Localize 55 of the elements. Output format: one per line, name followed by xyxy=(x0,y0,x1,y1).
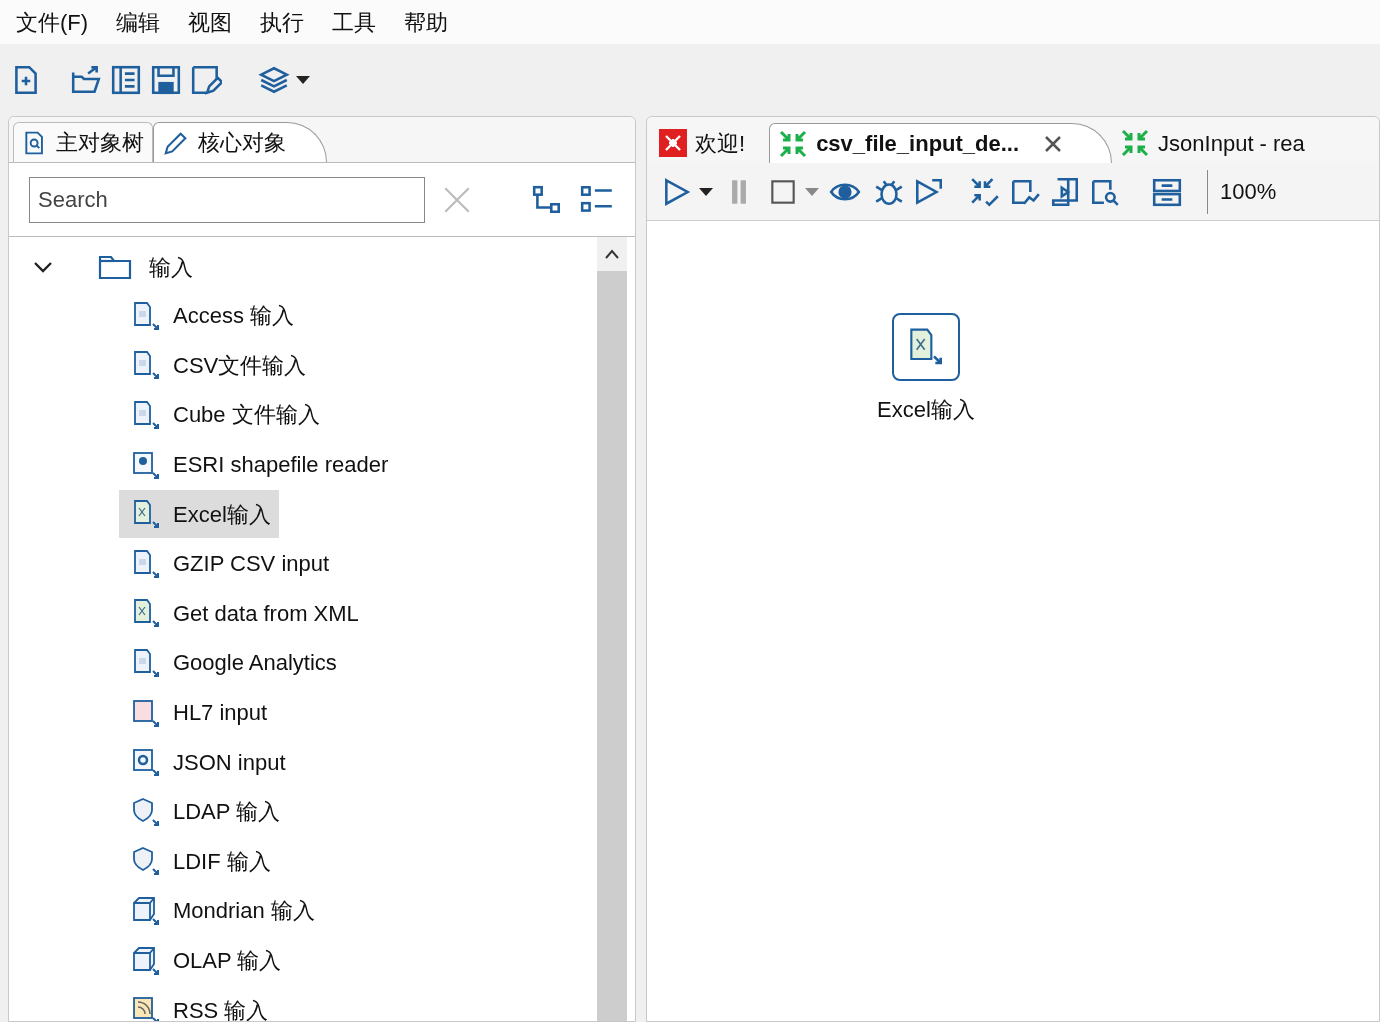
menu-item[interactable]: 帮助 xyxy=(404,5,449,39)
step-icon xyxy=(131,846,161,877)
tree-item[interactable]: OLAP 输入 xyxy=(119,936,290,985)
menu-item[interactable]: 编辑 xyxy=(116,5,161,39)
tree-item[interactable]: GZIP CSV input xyxy=(119,539,338,588)
dropdown-caret-icon[interactable] xyxy=(699,187,713,196)
arrows-inward-icon xyxy=(1120,128,1151,158)
search-field[interactable]: Search xyxy=(29,176,425,223)
tree-folder[interactable]: 输入 xyxy=(9,243,597,291)
tree-item[interactable]: Mondrian 输入 xyxy=(119,886,323,935)
step-label: Excel输入 xyxy=(877,396,975,424)
tree-item[interactable]: JSON input xyxy=(119,738,294,787)
folder-label: 输入 xyxy=(149,253,193,282)
tree-view-icon[interactable] xyxy=(531,183,563,216)
dropdown-caret-icon[interactable] xyxy=(296,76,310,84)
step-icon xyxy=(131,449,161,480)
menu-item[interactable]: 执行 xyxy=(260,5,305,39)
tree-item[interactable]: Cube 文件输入 xyxy=(119,391,328,439)
step-icon xyxy=(131,598,161,629)
tree-item[interactable]: RSS 输入 xyxy=(119,986,277,1021)
tree-item[interactable]: Get data from XML xyxy=(119,589,367,638)
step-icon xyxy=(131,796,161,827)
step-icon xyxy=(131,350,161,381)
step-icon xyxy=(131,400,161,430)
zoom-level[interactable]: 100% xyxy=(1212,175,1285,208)
menu-item[interactable]: 视图 xyxy=(188,5,233,39)
step-icon xyxy=(131,747,161,778)
tree-item[interactable]: ESRI shapefile reader xyxy=(119,440,397,489)
tree-item[interactable]: HL7 input xyxy=(119,688,276,737)
editor-tab[interactable]: JsonInput - rea xyxy=(1112,123,1329,163)
tree-item[interactable]: LDAP 输入 xyxy=(119,787,289,836)
scroll-up-icon[interactable] xyxy=(605,249,619,259)
tree-item[interactable]: Access 输入 xyxy=(119,291,303,340)
arrows-inward-icon xyxy=(778,128,809,159)
tree-item[interactable]: CSV文件输入 xyxy=(119,341,315,390)
close-icon[interactable] xyxy=(1043,133,1064,154)
editor-tab[interactable]: csv_file_input_de... xyxy=(769,123,1113,163)
tree-item[interactable]: Excel输入 xyxy=(119,490,279,539)
step-icon xyxy=(131,548,161,579)
menu-item[interactable]: 工具 xyxy=(332,5,377,39)
editor-tab[interactable]: 欢迎! xyxy=(651,123,770,163)
step-icon xyxy=(131,647,161,678)
step-icon xyxy=(131,499,161,530)
menu-item[interactable]: 文件(F) xyxy=(16,5,89,39)
logo-icon xyxy=(659,129,687,157)
step-node[interactable] xyxy=(891,313,960,381)
tree-item[interactable]: Google Analytics xyxy=(119,638,345,687)
step-icon xyxy=(131,895,161,926)
step-icon xyxy=(131,300,161,331)
tree-item[interactable]: LDIF 输入 xyxy=(119,837,279,886)
step-icon xyxy=(131,697,161,728)
step-icon xyxy=(131,995,161,1021)
step-icon xyxy=(131,945,161,976)
panel-tab[interactable]: 主对象树 xyxy=(13,122,153,162)
panel-tab[interactable]: 核心对象 xyxy=(153,122,327,162)
